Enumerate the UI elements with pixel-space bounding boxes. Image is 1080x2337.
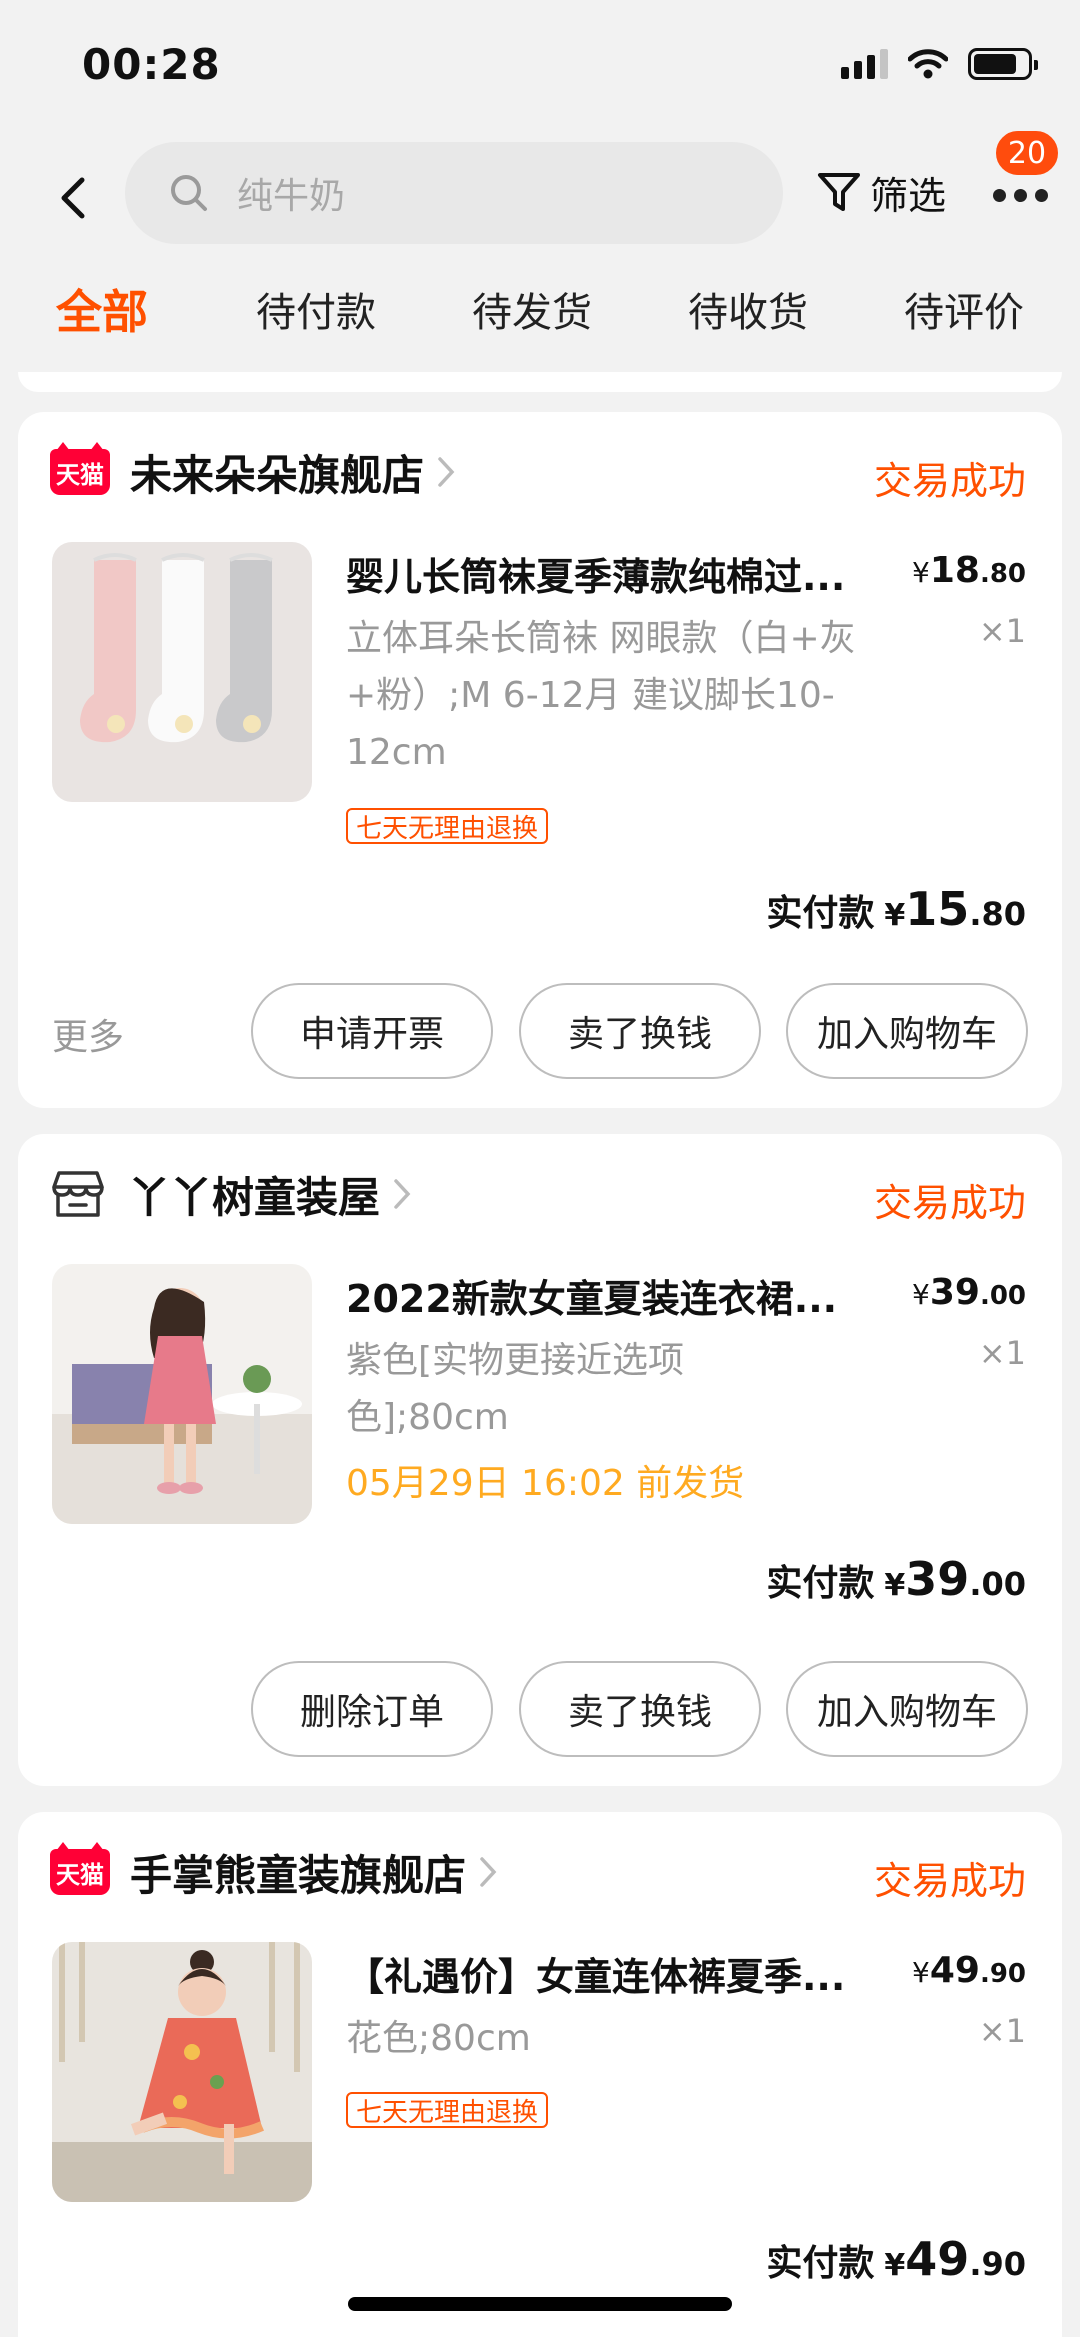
chevron-right-icon: [478, 1855, 498, 1889]
resell-button[interactable]: 卖了换钱: [519, 1661, 761, 1757]
shop-header[interactable]: 天猫 手掌熊童装旗舰店: [50, 1842, 498, 1902]
product-quantity: ×1: [978, 1334, 1026, 1372]
more-dot: [992, 188, 1006, 202]
status-time: 00:28: [82, 40, 221, 89]
paid-label: 实付款: [766, 2243, 875, 2284]
chevron-right-icon: [436, 455, 456, 489]
paid-amount: 实付款 ¥39.00: [766, 1552, 1026, 1606]
cellular-signal-icon: [841, 49, 888, 79]
order-tabs: 全部 待付款 待发货 待收货 待评价: [0, 280, 1080, 360]
tab-pending-receipt[interactable]: 待收货: [688, 280, 808, 338]
chevron-left-icon: [61, 177, 85, 219]
return-policy-tag: 七天无理由退换: [346, 808, 549, 844]
filter-icon: [818, 173, 860, 211]
store-icon: [50, 1168, 106, 1220]
product-thumbnail[interactable]: [52, 542, 312, 802]
search-placeholder: 纯牛奶: [237, 176, 346, 217]
battery-icon: [968, 48, 1038, 80]
paid-decimal: .00: [969, 1565, 1026, 1603]
product-thumbnail[interactable]: [52, 1942, 312, 2202]
home-indicator[interactable]: [348, 2297, 732, 2311]
shop-header[interactable]: 丫丫树童装屋: [50, 1164, 412, 1224]
return-policy-tag: 七天无理由退换: [346, 2092, 549, 2128]
chevron-right-icon: [392, 1177, 412, 1211]
product-price: ¥49.90: [912, 1950, 1026, 1991]
price-decimal: .90: [979, 1959, 1026, 1989]
product-quantity: ×1: [978, 2012, 1026, 2050]
search-icon: [171, 175, 207, 211]
delete-order-button[interactable]: 删除订单: [251, 1661, 493, 1757]
add-to-cart-button[interactable]: 加入购物车: [786, 1661, 1028, 1757]
order-card[interactable]: 天猫 手掌熊童装旗舰店 交易成功 【礼遇价】女童连体裤夏季... ¥49.90 …: [18, 1812, 1062, 2337]
currency-symbol: ¥: [884, 1568, 906, 1603]
product-price: ¥18.80: [912, 550, 1026, 591]
shop-header[interactable]: 天猫 未来朵朵旗舰店: [50, 442, 456, 502]
tab-pending-payment[interactable]: 待付款: [256, 280, 376, 338]
resell-button[interactable]: 卖了换钱: [519, 983, 761, 1079]
status-bar: 00:28: [0, 0, 1080, 130]
paid-integer: 15: [905, 882, 970, 936]
shop-name[interactable]: 手掌熊童装旗舰店: [130, 1842, 466, 1903]
product-thumbnail[interactable]: [52, 1264, 312, 1524]
product-spec: 紫色[实物更接近选项色];80cm: [346, 1340, 685, 1438]
product-title[interactable]: 婴儿长筒袜夏季薄款纯棉过...: [346, 546, 906, 601]
shipping-deadline: 05月29日 16:02 前发货: [346, 1463, 745, 1504]
wifi-icon: [908, 49, 948, 79]
price-integer: 49: [929, 1950, 980, 1991]
tab-pending-review[interactable]: 待评价: [904, 280, 1024, 338]
status-icons: [841, 48, 1038, 80]
currency-symbol: ¥: [884, 2248, 906, 2283]
add-to-cart-button[interactable]: 加入购物车: [786, 983, 1028, 1079]
product-quantity: ×1: [978, 612, 1026, 650]
order-card[interactable]: 天猫 未来朵朵旗舰店 交易成功 婴儿长筒袜夏季薄款纯棉过... ¥18.80 ×…: [18, 412, 1062, 1108]
shop-name[interactable]: 未来朵朵旗舰店: [130, 442, 424, 503]
product-spec: 立体耳朵长筒袜 网眼款（白+灰+粉）;M 6-12月 建议脚长10-12cm: [346, 618, 856, 773]
request-invoice-button[interactable]: 申请开票: [251, 983, 493, 1079]
order-status: 交易成功: [873, 1181, 1026, 1225]
currency-symbol: ¥: [912, 556, 930, 589]
order-card[interactable]: 丫丫树童装屋 交易成功 2022新款女童夏装连衣裙... ¥39.00 ×1 紫…: [18, 1134, 1062, 1786]
price-integer: 18: [929, 550, 980, 591]
product-title[interactable]: 【礼遇价】女童连体裤夏季...: [346, 1946, 906, 2001]
order-list-page: 00:28 纯牛奶 筛选 20 全部 待付款 待发货 待收货 待评价 天猫 未来…: [0, 0, 1080, 2337]
tab-all[interactable]: 全部: [56, 276, 148, 342]
product-price: ¥39.00: [912, 1272, 1026, 1313]
tmall-logo-icon: 天猫: [50, 1842, 110, 1895]
paid-integer: 39: [905, 1552, 970, 1606]
more-dot: [1013, 188, 1027, 202]
header: 纯牛奶 筛选 20: [0, 128, 1080, 260]
previous-card-edge: [18, 372, 1062, 392]
paid-label: 实付款: [766, 1563, 875, 1604]
filter-button[interactable]: 筛选: [816, 162, 946, 222]
paid-decimal: .90: [969, 2245, 1026, 2283]
product-spec: 花色;80cm: [346, 2018, 531, 2059]
paid-amount: 实付款 ¥15.80: [766, 882, 1026, 936]
search-input[interactable]: 纯牛奶: [125, 142, 783, 244]
paid-amount: 实付款 ¥49.90: [766, 2232, 1026, 2286]
currency-symbol: ¥: [912, 1278, 930, 1311]
shop-name[interactable]: 丫丫树童装屋: [128, 1164, 380, 1225]
price-integer: 39: [929, 1272, 980, 1313]
price-decimal: .80: [979, 559, 1026, 589]
more-link[interactable]: 更多: [52, 1008, 124, 1060]
paid-decimal: .80: [969, 895, 1026, 933]
order-status: 交易成功: [873, 1859, 1026, 1903]
order-status: 交易成功: [873, 459, 1026, 503]
notification-badge: 20: [993, 128, 1061, 178]
tab-pending-shipment[interactable]: 待发货: [472, 280, 592, 338]
paid-label: 实付款: [766, 893, 875, 934]
more-dot: [1034, 188, 1048, 202]
currency-symbol: ¥: [912, 1956, 930, 1989]
product-title[interactable]: 2022新款女童夏装连衣裙...: [346, 1268, 906, 1323]
price-decimal: .00: [979, 1281, 1026, 1311]
currency-symbol: ¥: [884, 898, 906, 933]
tmall-logo-icon: 天猫: [50, 442, 110, 495]
paid-integer: 49: [905, 2232, 970, 2286]
back-button[interactable]: [48, 168, 98, 228]
filter-label: 筛选: [870, 173, 947, 218]
